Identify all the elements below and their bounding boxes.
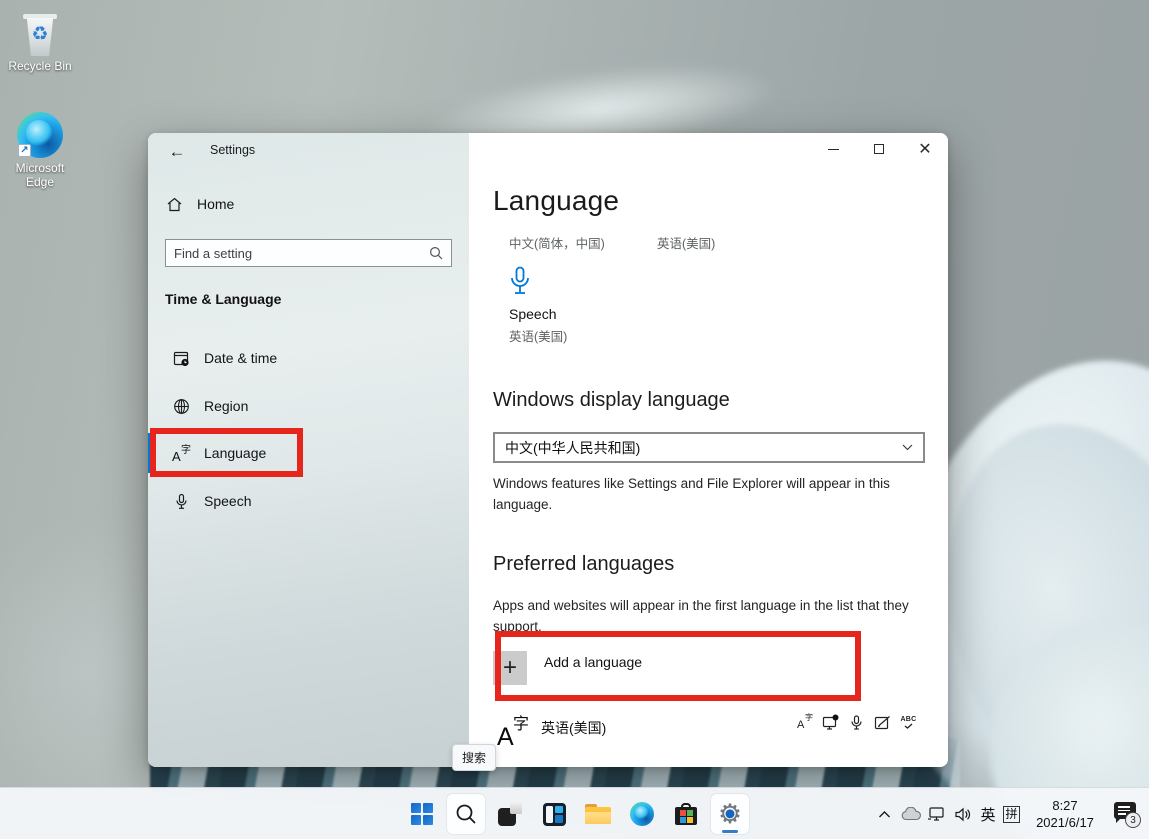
- edge-button[interactable]: [623, 794, 661, 834]
- add-language-button[interactable]: + Add a language: [493, 648, 642, 688]
- file-explorer-button[interactable]: [579, 794, 617, 834]
- display-language-caption: 中文(简体，中国): [509, 233, 605, 252]
- sidebar-item-label: Language: [204, 445, 266, 461]
- app-language-feature-icon: [822, 714, 839, 731]
- date-time-icon: [172, 349, 190, 367]
- ime-language-indicator[interactable]: 英: [978, 804, 998, 825]
- settings-sidebar: ← Settings Home Find a setting Time: [148, 133, 469, 767]
- taskbar: ⚙: [0, 787, 1149, 839]
- speech-tile-value: 英语(美国): [509, 326, 567, 345]
- page-title: Language: [493, 185, 619, 217]
- search-icon: [429, 246, 443, 260]
- settings-button[interactable]: ⚙: [711, 794, 749, 834]
- widgets-icon: [543, 803, 566, 826]
- edge-icon: ↗: [17, 112, 63, 158]
- tray-chevron-up-icon[interactable]: [874, 803, 895, 825]
- shortcut-arrow-icon: ↗: [18, 144, 31, 157]
- desktop-icon-label: Microsoft Edge: [5, 161, 75, 189]
- start-button[interactable]: [403, 794, 441, 834]
- speech-tile-label: Speech: [509, 306, 567, 322]
- widgets-button[interactable]: [535, 794, 573, 834]
- recycle-bin-icon: ♻: [22, 14, 58, 56]
- search-setting-input[interactable]: Find a setting: [165, 239, 452, 267]
- network-icon[interactable]: [926, 803, 947, 825]
- sidebar-item-language[interactable]: A字 Language: [148, 433, 469, 473]
- language-feature-icons: A字: [796, 714, 917, 731]
- settings-window: ← Settings Home Find a setting Time: [148, 133, 948, 767]
- volume-icon[interactable]: [952, 803, 973, 825]
- onedrive-cloud-icon[interactable]: [900, 803, 921, 825]
- back-button[interactable]: ←: [162, 139, 192, 165]
- sidebar-section-title: Time & Language: [165, 291, 281, 307]
- speech-feature-icon: [848, 714, 865, 731]
- running-app-indicator: [722, 830, 738, 833]
- store-button[interactable]: [667, 794, 705, 834]
- taskbar-tray: 英 拼 8:27 2021/6/17 3: [874, 788, 1138, 839]
- dropdown-selected-value: 中文(中华人民共和国): [505, 438, 902, 458]
- task-view-icon: [498, 802, 522, 826]
- language-characters-icon: A字: [497, 712, 531, 752]
- file-explorer-icon: [585, 804, 611, 824]
- language-icon: A字: [172, 444, 190, 462]
- clock-time: 8:27: [1052, 798, 1077, 813]
- sidebar-item-speech[interactable]: Speech: [148, 481, 469, 521]
- maximize-button[interactable]: [856, 133, 902, 165]
- notification-count-badge: 3: [1125, 812, 1141, 828]
- preferred-languages-heading: Preferred languages: [493, 553, 674, 576]
- microphone-icon: [172, 492, 190, 510]
- settings-content: Language 中文(简体，中国) 英语(美国) Speech 英语(美国) …: [469, 133, 948, 767]
- taskbar-clock[interactable]: 8:27 2021/6/17: [1031, 797, 1099, 831]
- add-language-label: Add a language: [544, 654, 642, 670]
- preferred-languages-description: Apps and websites will appear in the fir…: [493, 595, 925, 637]
- speech-mic-icon: [509, 266, 567, 298]
- minimize-button[interactable]: [810, 133, 856, 165]
- desktop-icon-recycle-bin[interactable]: ♻ Recycle Bin: [0, 14, 80, 73]
- display-language-description: Windows features like Settings and File …: [493, 473, 925, 515]
- task-view-button[interactable]: [491, 794, 529, 834]
- display-language-dropdown[interactable]: 中文(中华人民共和国): [493, 432, 925, 463]
- handwriting-feature-icon: [874, 714, 891, 731]
- sidebar-item-date-time[interactable]: Date & time: [148, 338, 469, 378]
- sidebar-item-label: Home: [197, 196, 234, 212]
- desktop: ♻ Recycle Bin ↗ Microsoft Edge ← Setting…: [0, 0, 1149, 839]
- desktop-icon-microsoft-edge[interactable]: ↗ Microsoft Edge: [0, 112, 80, 189]
- window-title: Settings: [210, 143, 255, 157]
- search-tooltip: 搜索: [452, 744, 496, 771]
- app-language-caption: 英语(美国): [657, 233, 715, 252]
- notification-icon-tail: [1116, 818, 1121, 823]
- search-button[interactable]: [447, 794, 485, 834]
- store-icon: [675, 803, 697, 825]
- sidebar-item-label: Region: [204, 398, 248, 414]
- clock-date: 2021/6/17: [1036, 815, 1094, 830]
- sidebar-item-home[interactable]: Home: [165, 191, 234, 217]
- display-language-heading: Windows display language: [493, 389, 730, 412]
- taskbar-center-icons: ⚙: [403, 788, 749, 839]
- region-globe-icon: [172, 397, 190, 415]
- display-language-feature-icon: A字: [796, 714, 813, 731]
- speech-status-tile[interactable]: Speech 英语(美国): [509, 266, 567, 345]
- start-icon: [411, 803, 433, 825]
- language-list-item[interactable]: A字 英语(美国) A字: [493, 710, 931, 758]
- sidebar-item-region[interactable]: Region: [148, 386, 469, 426]
- edge-icon: [630, 802, 654, 826]
- language-name: 英语(美国): [541, 718, 606, 738]
- search-icon: [455, 803, 477, 825]
- sidebar-item-label: Date & time: [204, 350, 277, 366]
- plus-icon: +: [493, 651, 527, 685]
- chevron-down-icon: [902, 444, 913, 451]
- ime-mode-indicator[interactable]: 拼: [1003, 806, 1020, 823]
- search-placeholder: Find a setting: [174, 246, 429, 261]
- spellcheck-feature-icon: ABC: [900, 714, 917, 731]
- home-icon: [165, 195, 183, 213]
- notification-center-button[interactable]: 3: [1112, 802, 1138, 826]
- close-button[interactable]: ✕: [902, 133, 948, 165]
- sidebar-item-label: Speech: [204, 493, 251, 509]
- gear-icon: ⚙: [716, 800, 744, 828]
- desktop-icon-label: Recycle Bin: [0, 59, 80, 73]
